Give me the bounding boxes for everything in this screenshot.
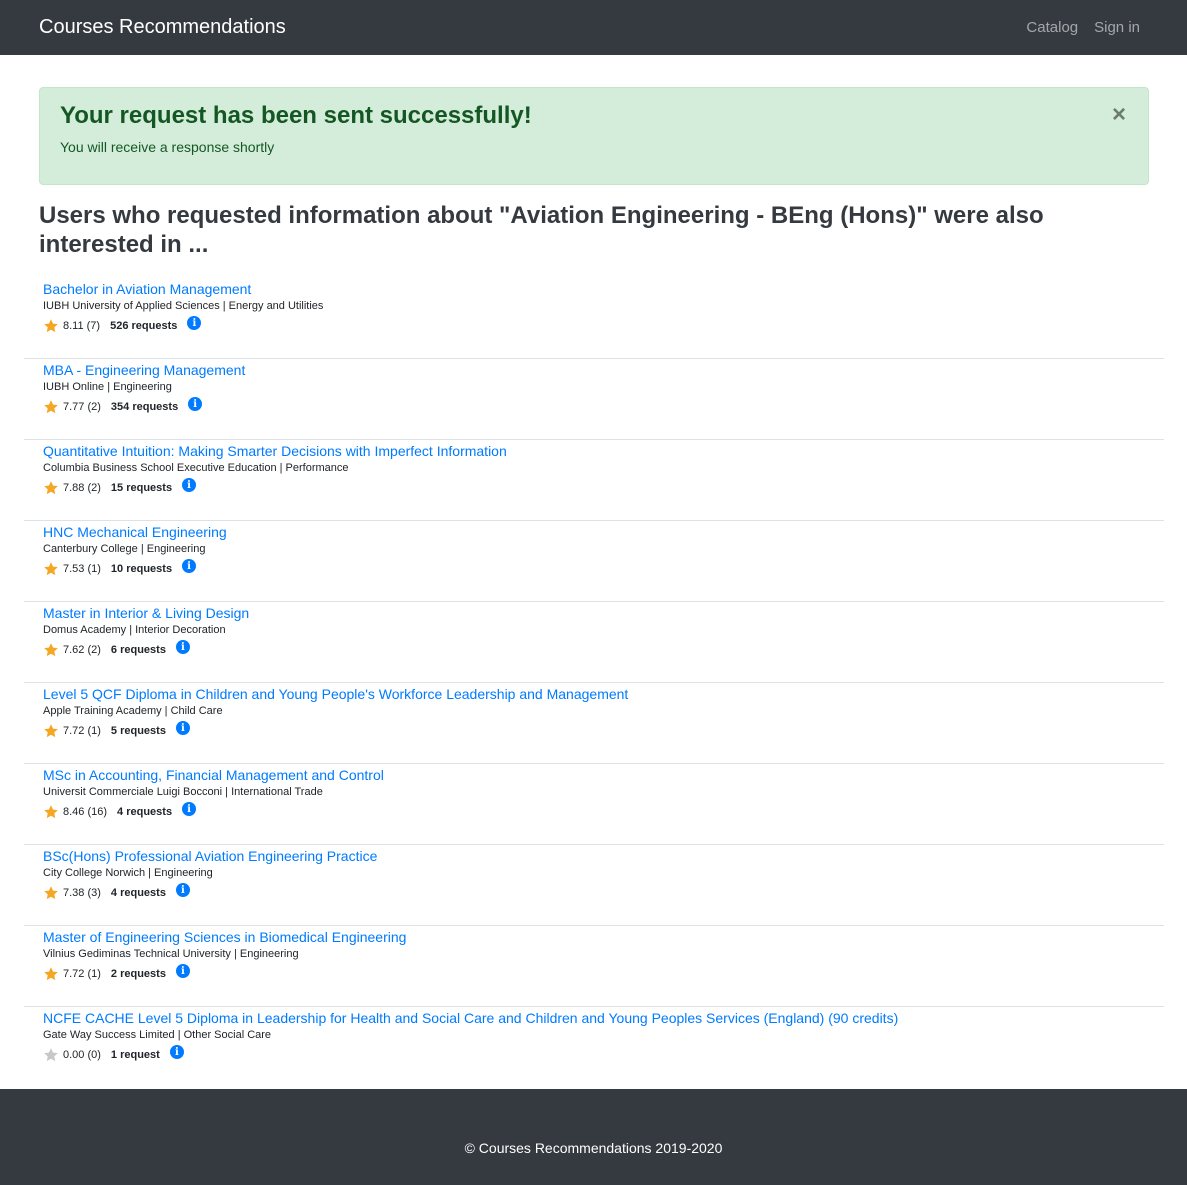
course-meta: 7.77 (2) 354 requests i bbox=[43, 397, 1145, 415]
course-provider: Universit Commerciale Luigi Bocconi | In… bbox=[43, 786, 323, 798]
star-icon bbox=[43, 318, 59, 334]
course-meta: 7.72 (1) 2 requests i bbox=[43, 964, 1145, 982]
course-requests: 2 requests bbox=[110, 968, 166, 980]
course-requests: 5 requests bbox=[110, 725, 166, 737]
info-icon[interactable]: i bbox=[188, 397, 203, 411]
main-content: Your request has been sent successfully!… bbox=[0, 55, 1187, 1089]
list-item: MBA - Engineering Management IUBH Online … bbox=[24, 359, 1164, 440]
course-title-link[interactable]: Master of Engineering Sciences in Biomed… bbox=[43, 929, 1145, 946]
course-provider: Vilnius Gediminas Technical University |… bbox=[43, 948, 299, 960]
course-rating: 7.72 (1) bbox=[63, 725, 101, 737]
course-requests: 15 requests bbox=[110, 482, 173, 494]
course-rating: 8.11 (7) bbox=[63, 320, 101, 332]
course-title-link[interactable]: Quantitative Intuition: Making Smarter D… bbox=[43, 443, 1145, 460]
course-meta: 0.00 (0) 1 request i bbox=[43, 1045, 1145, 1063]
star-icon bbox=[43, 399, 59, 415]
info-icon[interactable]: i bbox=[175, 883, 190, 897]
course-meta: 7.62 (2) 6 requests i bbox=[43, 640, 1145, 658]
info-icon[interactable]: i bbox=[182, 478, 197, 492]
nav-catalog-link[interactable]: Catalog bbox=[1026, 19, 1078, 36]
course-requests: 354 requests bbox=[110, 401, 179, 413]
close-icon[interactable]: × bbox=[1112, 102, 1126, 128]
nav-links: Catalog Sign in bbox=[1026, 19, 1148, 36]
star-icon bbox=[43, 642, 59, 658]
course-title-link[interactable]: BSc(Hons) Professional Aviation Engineer… bbox=[43, 848, 1145, 865]
course-provider: Columbia Business School Executive Educa… bbox=[43, 462, 349, 474]
course-requests: 6 requests bbox=[110, 644, 166, 656]
list-item: HNC Mechanical Engineering Canterbury Col… bbox=[24, 521, 1164, 602]
info-icon[interactable]: i bbox=[175, 640, 190, 654]
list-item: Quantitative Intuition: Making Smarter D… bbox=[24, 440, 1164, 521]
course-title-link[interactable]: MBA - Engineering Management bbox=[43, 362, 1145, 379]
course-rating: 7.77 (2) bbox=[63, 401, 101, 413]
list-item: Bachelor in Aviation Management IUBH Univ… bbox=[24, 278, 1164, 359]
course-title-link[interactable]: Bachelor in Aviation Management bbox=[43, 281, 1145, 298]
alert-text: You will receive a response shortly bbox=[60, 139, 275, 155]
course-list: Bachelor in Aviation Management IUBH Univ… bbox=[24, 278, 1164, 1088]
course-rating: 7.38 (3) bbox=[63, 887, 101, 899]
brand-link[interactable]: Courses Recommendations bbox=[39, 16, 286, 39]
course-title-link[interactable]: MSc in Accounting, Financial Management … bbox=[43, 767, 1145, 784]
info-icon[interactable]: i bbox=[182, 559, 197, 573]
course-provider: IUBH University of Applied Sciences | En… bbox=[43, 300, 324, 312]
course-provider: Canterbury College | Engineering bbox=[43, 543, 206, 555]
course-provider: Apple Training Academy | Child Care bbox=[43, 705, 223, 717]
nav-sign-in-link[interactable]: Sign in bbox=[1094, 19, 1140, 36]
course-provider: Gate Way Success Limited | Other Social … bbox=[43, 1029, 272, 1041]
info-icon[interactable]: i bbox=[175, 964, 190, 978]
list-item: Master of Engineering Sciences in Biomed… bbox=[24, 926, 1164, 1007]
course-rating: 7.53 (1) bbox=[63, 563, 101, 575]
course-meta: 8.46 (16) 4 requests i bbox=[43, 802, 1145, 820]
section-title: Users who requested information about "A… bbox=[39, 202, 1044, 258]
info-icon[interactable]: i bbox=[175, 721, 190, 735]
list-item: Level 5 QCF Diploma in Children and Youn… bbox=[24, 683, 1164, 764]
list-item: MSc in Accounting, Financial Management … bbox=[24, 764, 1164, 845]
course-title-link[interactable]: Level 5 QCF Diploma in Children and Youn… bbox=[43, 686, 1145, 703]
course-requests: 4 requests bbox=[117, 806, 173, 818]
info-icon[interactable]: i bbox=[187, 316, 202, 330]
course-requests: 4 requests bbox=[110, 887, 166, 899]
alert-heading: Your request has been sent successfully! bbox=[60, 102, 532, 129]
course-title-link[interactable]: NCFE CACHE Level 5 Diploma in Leadership… bbox=[43, 1010, 1145, 1027]
footer-copyright: © Courses Recommendations 2019-2020 bbox=[464, 1140, 723, 1156]
course-provider: IUBH Online | Engineering bbox=[43, 381, 172, 393]
star-icon bbox=[43, 804, 59, 820]
star-icon bbox=[43, 885, 59, 901]
star-icon bbox=[43, 723, 59, 739]
course-rating: 7.88 (2) bbox=[63, 482, 101, 494]
course-meta: 7.53 (1) 10 requests i bbox=[43, 559, 1145, 577]
star-icon bbox=[43, 480, 59, 496]
list-item: BSc(Hons) Professional Aviation Engineer… bbox=[24, 845, 1164, 926]
course-rating: 7.62 (2) bbox=[63, 644, 101, 656]
course-provider: City College Norwich | Engineering bbox=[43, 867, 213, 879]
course-rating: 0.00 (0) bbox=[63, 1049, 101, 1061]
info-icon[interactable]: i bbox=[169, 1045, 184, 1059]
success-alert: Your request has been sent successfully!… bbox=[39, 87, 1149, 185]
course-requests: 10 requests bbox=[110, 563, 173, 575]
navbar: Courses Recommendations Catalog Sign in bbox=[0, 0, 1187, 55]
course-rating: 8.46 (16) bbox=[63, 806, 108, 818]
course-title-link[interactable]: HNC Mechanical Engineering bbox=[43, 524, 1145, 541]
course-meta: 7.38 (3) 4 requests i bbox=[43, 883, 1145, 901]
course-requests: 1 request bbox=[110, 1049, 160, 1061]
course-provider: Domus Academy | Interior Decoration bbox=[43, 624, 226, 636]
footer: © Courses Recommendations 2019-2020 bbox=[0, 1089, 1187, 1185]
course-meta: 8.11 (7) 526 requests i bbox=[43, 316, 1145, 334]
star-icon bbox=[43, 561, 59, 577]
info-icon[interactable]: i bbox=[182, 802, 197, 816]
course-rating: 7.72 (1) bbox=[63, 968, 101, 980]
star-icon bbox=[43, 1047, 59, 1063]
course-title-link[interactable]: Master in Interior & Living Design bbox=[43, 605, 1145, 622]
course-meta: 7.72 (1) 5 requests i bbox=[43, 721, 1145, 739]
course-meta: 7.88 (2) 15 requests i bbox=[43, 478, 1145, 496]
list-item: Master in Interior & Living Design Domus … bbox=[24, 602, 1164, 683]
list-item: NCFE CACHE Level 5 Diploma in Leadership… bbox=[24, 1007, 1164, 1088]
course-requests: 526 requests bbox=[110, 320, 178, 332]
star-icon bbox=[43, 966, 59, 982]
